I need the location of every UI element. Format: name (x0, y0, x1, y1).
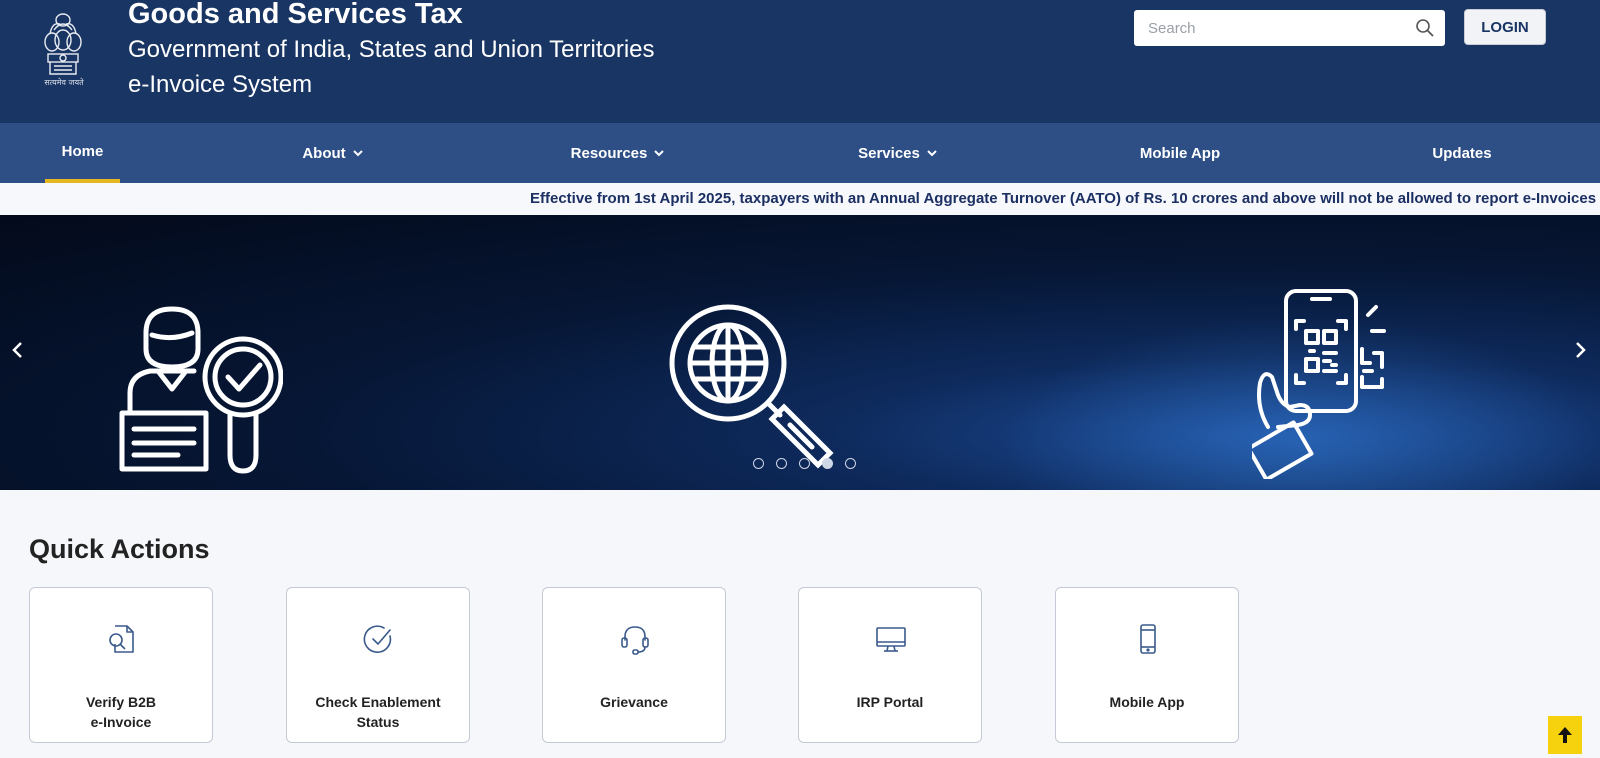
quick-action-verify-b2b[interactable]: Verify B2B e-Invoice (29, 587, 213, 743)
nav-services-label: Services (858, 144, 920, 162)
search-box (1134, 10, 1445, 46)
chevron-down-icon (352, 150, 363, 157)
nav-updates[interactable]: Updates (1427, 123, 1497, 183)
quick-action-grievance[interactable]: Grievance (542, 587, 726, 743)
nav-about[interactable]: About (296, 123, 370, 183)
carousel-dot[interactable] (845, 458, 856, 469)
news-ticker: Effective from 1st April 2025, taxpayers… (0, 183, 1600, 215)
document-search-icon (109, 625, 134, 653)
mobile-qr-scan-icon (1252, 289, 1386, 479)
carousel-dot[interactable] (753, 458, 764, 469)
nav-resources[interactable]: Resources (565, 123, 671, 183)
main-nav: Home About Resources Services Mobile App… (0, 123, 1600, 183)
site-title: Goods and Services Tax (128, 0, 463, 30)
chevron-down-icon (654, 150, 665, 157)
quick-action-mobile-app[interactable]: Mobile App (1055, 587, 1239, 743)
headset-icon (621, 626, 649, 655)
nav-mobile-app-label: Mobile App (1139, 144, 1221, 162)
nav-about-label: About (302, 144, 346, 162)
carousel-dot[interactable] (776, 458, 787, 469)
globe-search-icon (669, 304, 834, 469)
carousel-prev-arrow-icon[interactable] (6, 335, 30, 365)
site-subtitle: Government of India, States and Union Te… (128, 36, 655, 63)
carousel-next-arrow-icon[interactable] (1568, 335, 1592, 365)
emblem-caption: सत्यमेव जयते (44, 78, 84, 87)
nav-mobile-app[interactable]: Mobile App (1133, 123, 1227, 183)
quick-action-label: Mobile App (1109, 694, 1185, 710)
nav-updates-label: Updates (1432, 144, 1492, 162)
search-icon[interactable] (1415, 18, 1435, 38)
quick-action-label: Check Enablement Status (315, 694, 441, 730)
quick-action-label: Verify B2B e-Invoice (85, 694, 157, 730)
nav-services[interactable]: Services (855, 123, 941, 183)
ticker-text[interactable]: Effective from 1st April 2025, taxpayers… (530, 190, 1600, 207)
search-input[interactable] (1134, 10, 1394, 46)
login-button[interactable]: LOGIN (1464, 9, 1546, 45)
carousel-dot[interactable] (799, 458, 810, 469)
chevron-down-icon (927, 150, 937, 157)
quick-actions-title: Quick Actions (29, 534, 210, 564)
verified-user-icon (119, 306, 283, 474)
carousel-dot-active[interactable] (822, 458, 833, 469)
hero-carousel (0, 215, 1600, 490)
quick-action-irp-portal[interactable]: IRP Portal (798, 587, 982, 743)
quick-action-label: IRP Portal (856, 694, 924, 710)
mobile-icon (1140, 624, 1156, 654)
scroll-to-top-button[interactable] (1548, 716, 1582, 754)
check-circle-icon (363, 625, 392, 653)
monitor-icon (876, 627, 906, 652)
nav-resources-label: Resources (570, 144, 648, 162)
quick-action-check-enablement[interactable]: Check Enablement Status (286, 587, 470, 743)
nav-home[interactable]: Home (45, 123, 120, 183)
carousel-dots (753, 458, 856, 469)
system-name: e-Invoice System (128, 71, 313, 98)
site-header: सत्यमेव जयते Goods and Services Tax Gove… (0, 0, 1600, 123)
nav-home-label: Home (61, 142, 104, 160)
quick-action-label: Grievance (600, 694, 668, 710)
arrow-up-icon (1558, 727, 1572, 743)
